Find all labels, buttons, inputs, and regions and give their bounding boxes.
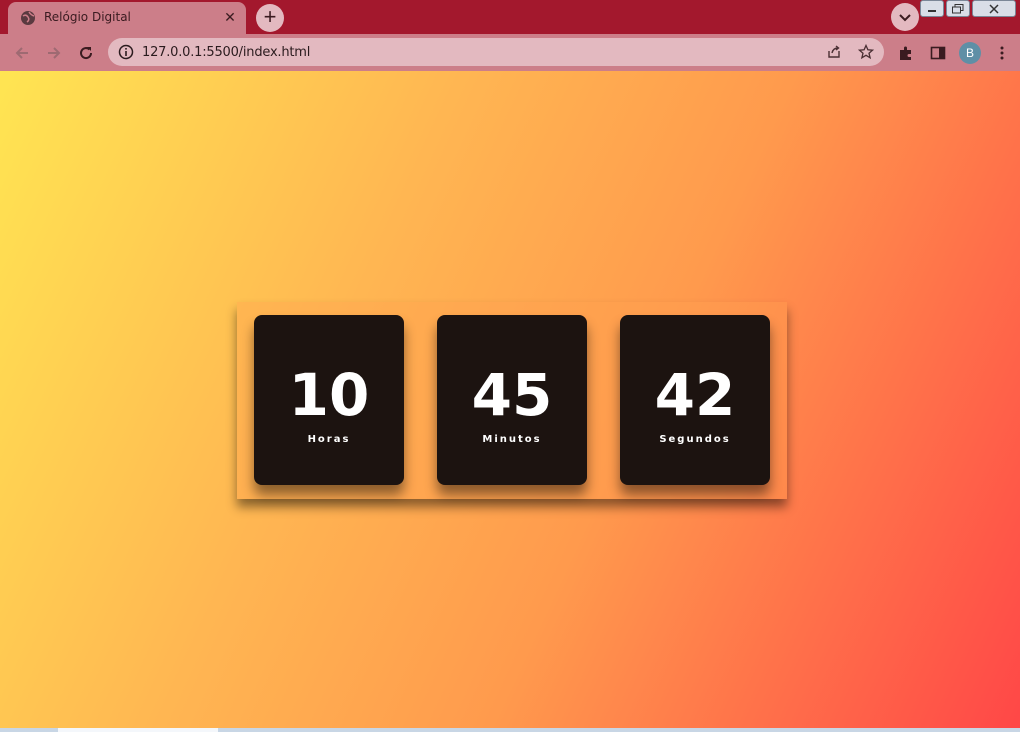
page-viewport: 10 Horas 45 Minutos 42 Segundos	[0, 71, 1020, 728]
menu-button[interactable]	[990, 41, 1014, 65]
more-vertical-icon	[1000, 46, 1004, 60]
arrow-left-icon	[15, 47, 28, 59]
tab-strip: Relógio Digital ✕ +	[0, 0, 1020, 34]
side-panel-button[interactable]	[926, 41, 950, 65]
minimize-icon	[928, 9, 936, 12]
globe-icon	[20, 10, 36, 26]
chevron-down-icon	[899, 14, 911, 22]
back-button[interactable]	[10, 41, 34, 65]
reload-icon	[80, 47, 93, 60]
minimize-button[interactable]	[920, 0, 944, 17]
url-text[interactable]: 127.0.0.1:5500/index.html	[142, 45, 310, 60]
new-tab-button[interactable]: +	[256, 4, 284, 32]
seconds-label: Segundos	[659, 433, 731, 445]
hours-card: 10 Horas	[254, 315, 404, 485]
share-icon[interactable]	[826, 44, 842, 60]
arrow-right-icon	[48, 47, 61, 59]
info-icon[interactable]	[118, 44, 134, 60]
side-panel-icon	[930, 46, 946, 60]
minutes-card: 45 Minutos	[437, 315, 587, 485]
digital-clock: 10 Horas 45 Minutos 42 Segundos	[237, 302, 787, 499]
seconds-card: 42 Segundos	[620, 315, 770, 485]
restore-icon	[952, 3, 964, 13]
minutes-label: Minutos	[482, 433, 542, 445]
star-icon[interactable]	[857, 43, 875, 60]
window-controls	[918, 0, 1016, 17]
taskbar	[0, 728, 1020, 732]
reload-button[interactable]	[74, 41, 98, 65]
window-close-button[interactable]	[972, 0, 1016, 17]
forward-button[interactable]	[42, 41, 66, 65]
hours-label: Horas	[307, 433, 351, 445]
extensions-button[interactable]	[894, 41, 918, 65]
browser-tab[interactable]: Relógio Digital ✕	[8, 2, 246, 34]
taskbar-window-button[interactable]	[58, 728, 218, 732]
close-icon	[989, 3, 999, 14]
address-bar[interactable]: 127.0.0.1:5500/index.html	[108, 38, 884, 66]
puzzle-icon	[900, 46, 911, 60]
tab-title: Relógio Digital	[44, 10, 131, 24]
browser-toolbar: 127.0.0.1:5500/index.html B	[0, 34, 1020, 71]
close-icon[interactable]: ✕	[222, 9, 238, 25]
profile-avatar[interactable]: B	[959, 42, 981, 64]
tab-search-button[interactable]	[891, 3, 919, 31]
seconds-value: 42	[654, 360, 736, 429]
hours-value: 10	[288, 360, 370, 429]
minutes-value: 45	[471, 360, 553, 429]
restore-button[interactable]	[946, 0, 970, 17]
